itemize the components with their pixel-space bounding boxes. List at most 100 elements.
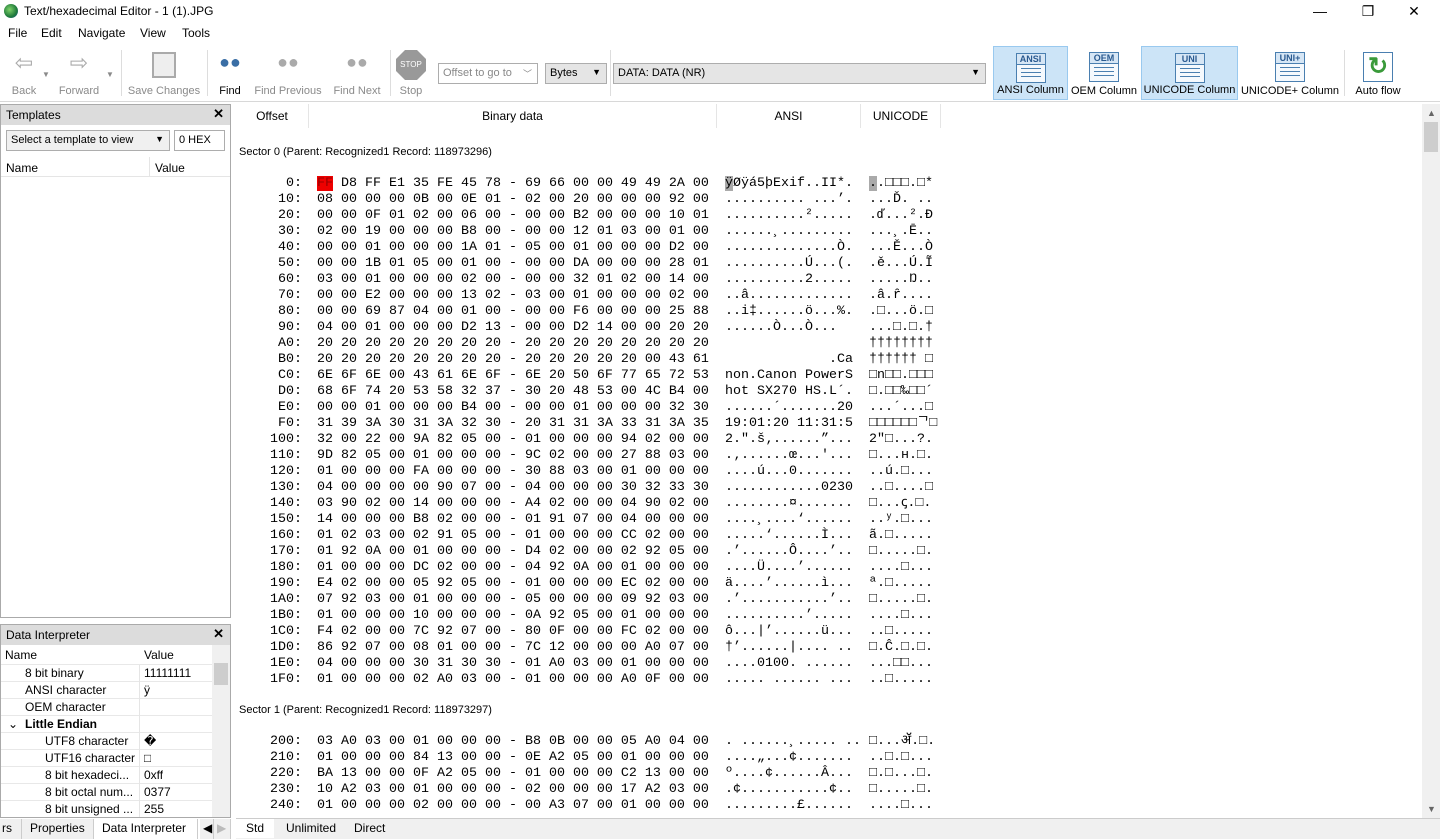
- row-hex[interactable]: 01 00 00 00 84 13 00 00 - 0E A2 05 00 01…: [317, 750, 709, 766]
- row-ansi[interactable]: ....Ü....’......: [725, 560, 853, 576]
- chevron-down-icon[interactable]: ⌄: [8, 717, 18, 731]
- row-ansi[interactable]: 19:01:20 11:31:5: [725, 416, 853, 432]
- tab-direct[interactable]: Direct: [344, 821, 395, 835]
- row-ansi[interactable]: .’...........’..: [725, 592, 853, 608]
- interpreter-row[interactable]: OEM character: [1, 699, 230, 716]
- row-unicode[interactable]: ..□.□...: [869, 750, 933, 766]
- row-hex[interactable]: 20 20 20 20 20 20 20 20 - 20 20 20 20 20…: [317, 352, 709, 368]
- row-unicode[interactable]: □.Ĉ.□.□.: [869, 640, 933, 656]
- tab-std[interactable]: Std: [236, 819, 275, 838]
- row-unicode[interactable]: ....□...: [869, 560, 933, 576]
- row-unicode[interactable]: .....Ŋ..: [869, 272, 933, 288]
- row-ansi[interactable]: 2.".š‚......”...: [725, 432, 853, 448]
- menu-navigate[interactable]: Navigate: [78, 26, 125, 40]
- row-hex[interactable]: 00 00 E2 00 00 00 13 02 - 03 00 01 00 00…: [317, 288, 709, 304]
- row-ansi[interactable]: ..............Ò.: [725, 240, 853, 256]
- row-hex[interactable]: 04 00 00 00 30 31 30 30 - 01 A0 03 00 01…: [317, 656, 709, 672]
- row-hex[interactable]: 01 92 0A 00 01 00 00 00 - D4 02 00 00 02…: [317, 544, 709, 560]
- menu-edit[interactable]: Edit: [41, 26, 62, 40]
- interpreter-row[interactable]: UTF16 character □: [1, 750, 230, 767]
- row-ansi[interactable]: ..â.............: [725, 288, 853, 304]
- ansi-column-button[interactable]: ANSI ANSI Column: [993, 46, 1068, 100]
- oem-column-button[interactable]: OEM OEM Column: [1069, 46, 1139, 100]
- row-hex[interactable]: F4 02 00 00 7C 92 07 00 - 80 0F 00 00 FC…: [317, 624, 709, 640]
- row-hex[interactable]: E4 02 00 00 05 92 05 00 - 01 00 00 00 EC…: [317, 576, 709, 592]
- row-hex[interactable]: 04 00 00 00 00 90 07 00 - 04 00 00 00 30…: [317, 480, 709, 496]
- back-dropdown-icon[interactable]: ▼: [40, 46, 52, 100]
- row-ansi[interactable]: ..........2.....: [725, 272, 853, 288]
- row-ansi[interactable]: . ......¸..... ..: [725, 734, 861, 750]
- row-ansi[interactable]: º....¢......Â...: [725, 766, 853, 782]
- row-unicode[interactable]: □.□□‰□□´: [869, 384, 933, 400]
- tab-data-interpreter[interactable]: Data Interpreter: [94, 819, 198, 839]
- interpreter-row[interactable]: 8 bit unsigned ... 255: [1, 801, 230, 817]
- row-hex[interactable]: 03 A0 03 00 01 00 00 00 - B8 0B 00 00 05…: [317, 734, 709, 750]
- interpreter-row[interactable]: UTF8 character �: [1, 733, 230, 750]
- forward-button[interactable]: ⇨ Forward: [56, 46, 102, 100]
- row-unicode[interactable]: ã.□.....: [869, 528, 933, 544]
- unit-select[interactable]: Bytes ▼: [545, 63, 607, 84]
- row-hex[interactable]: 14 00 00 00 B8 02 00 00 - 01 91 07 00 04…: [317, 512, 709, 528]
- row-ansi[interactable]: non.Canon PowerS: [725, 368, 853, 384]
- back-button[interactable]: ⇦ Back: [4, 46, 44, 100]
- save-changes-button[interactable]: Save Changes: [126, 46, 202, 100]
- row-hex[interactable]: 32 00 22 00 9A 82 05 00 - 01 00 00 00 94…: [317, 432, 709, 448]
- row-hex[interactable]: 10 A2 03 00 01 00 00 00 - 02 00 00 00 17…: [317, 782, 709, 798]
- row-ansi[interactable]: ..........Ú...(.: [725, 256, 853, 272]
- row-unicode[interactable]: ..□□□.□*: [869, 176, 933, 192]
- template-offset-input[interactable]: 0 HEX: [174, 130, 225, 151]
- interpreter-row[interactable]: 8 bit binary 11111111: [1, 665, 230, 682]
- row-ansi[interactable]: .¢...........¢..: [725, 782, 853, 798]
- interpreter-row[interactable]: ⌄ Little Endian: [1, 716, 230, 733]
- row-unicode[interactable]: ...Ď. ..: [869, 192, 933, 208]
- row-unicode[interactable]: □...ʜ.□.: [869, 448, 933, 464]
- row-hex[interactable]: 01 00 00 00 10 00 00 00 - 0A 92 05 00 01…: [317, 608, 709, 624]
- menu-file[interactable]: File: [8, 26, 27, 40]
- row-ansi[interactable]: ............0230: [725, 480, 853, 496]
- row-hex[interactable]: 20 20 20 20 20 20 20 20 - 20 20 20 20 20…: [317, 336, 709, 352]
- row-ansi[interactable]: †’......|.... ..: [725, 640, 853, 656]
- row-unicode[interactable]: ††††††††: [869, 336, 933, 352]
- row-ansi[interactable]: .....‘......Ì...: [725, 528, 853, 544]
- row-unicode[interactable]: 2"□...?.: [869, 432, 933, 448]
- unicode-column-button[interactable]: UNI UNICODE Column: [1141, 46, 1238, 100]
- row-unicode[interactable]: ...¸.Ē..: [869, 224, 933, 240]
- row-ansi[interactable]: ..........².....: [725, 208, 853, 224]
- close-button[interactable]: ✕: [1391, 0, 1437, 22]
- menu-view[interactable]: View: [140, 26, 166, 40]
- row-ansi[interactable]: ........¤.......: [725, 496, 853, 512]
- row-unicode[interactable]: ...Ě...Ò: [869, 240, 933, 256]
- row-ansi[interactable]: ô...|’......ü...: [725, 624, 853, 640]
- interpreter-scrollbar[interactable]: [212, 645, 230, 817]
- template-select[interactable]: Select a template to view ▼: [6, 130, 170, 151]
- row-unicode[interactable]: □.□...□.: [869, 766, 933, 782]
- row-hex[interactable]: 68 6F 74 20 53 58 32 37 - 30 20 48 53 00…: [317, 384, 709, 400]
- row-unicode[interactable]: ª.□.....: [869, 576, 933, 592]
- row-ansi[interactable]: .Ca: [725, 352, 853, 368]
- close-icon[interactable]: ✕: [213, 106, 224, 122]
- auto-flow-button[interactable]: ↻ Auto flow: [1349, 46, 1407, 100]
- row-ansi[interactable]: [725, 336, 853, 352]
- tab-unlimited[interactable]: Unlimited: [276, 821, 346, 835]
- row-ansi[interactable]: ......´.......20: [725, 400, 853, 416]
- tab-scroll-left-icon[interactable]: ◀: [200, 819, 214, 839]
- row-unicode[interactable]: □.....□.: [869, 544, 933, 560]
- row-hex[interactable]: 00 00 1B 01 05 00 01 00 - 00 00 DA 00 00…: [317, 256, 709, 272]
- row-hex[interactable]: 01 00 00 00 DC 02 00 00 - 04 92 0A 00 01…: [317, 560, 709, 576]
- row-hex[interactable]: 08 00 00 00 0B 00 0E 01 - 02 00 20 00 00…: [317, 192, 709, 208]
- tab-properties[interactable]: Properties: [22, 819, 94, 839]
- row-unicode[interactable]: ..ú.□...: [869, 464, 933, 480]
- row-hex[interactable]: 00 00 69 87 04 00 01 00 - 00 00 F6 00 00…: [317, 304, 709, 320]
- row-hex[interactable]: FF D8 FF E1 35 FE 45 78 - 69 66 00 00 49…: [317, 176, 709, 192]
- row-unicode[interactable]: ...□.□.†: [869, 320, 933, 336]
- vertical-scrollbar[interactable]: ▲ ▼: [1422, 104, 1440, 818]
- row-hex[interactable]: 00 00 01 00 00 00 1A 01 - 05 00 01 00 00…: [317, 240, 709, 256]
- row-unicode[interactable]: ..ʸ.□...: [869, 512, 933, 528]
- row-unicode[interactable]: ....□...: [869, 798, 933, 814]
- row-unicode[interactable]: ....□...: [869, 608, 933, 624]
- row-unicode[interactable]: .ě...Ú.Ĩ: [869, 256, 933, 272]
- row-hex[interactable]: 86 92 07 00 08 01 00 00 - 7C 12 00 00 00…: [317, 640, 709, 656]
- row-ansi[interactable]: ....0100. ......: [725, 656, 853, 672]
- row-hex[interactable]: 9D 82 05 00 01 00 00 00 - 9C 02 00 00 27…: [317, 448, 709, 464]
- row-unicode[interactable]: ..□....□: [869, 480, 933, 496]
